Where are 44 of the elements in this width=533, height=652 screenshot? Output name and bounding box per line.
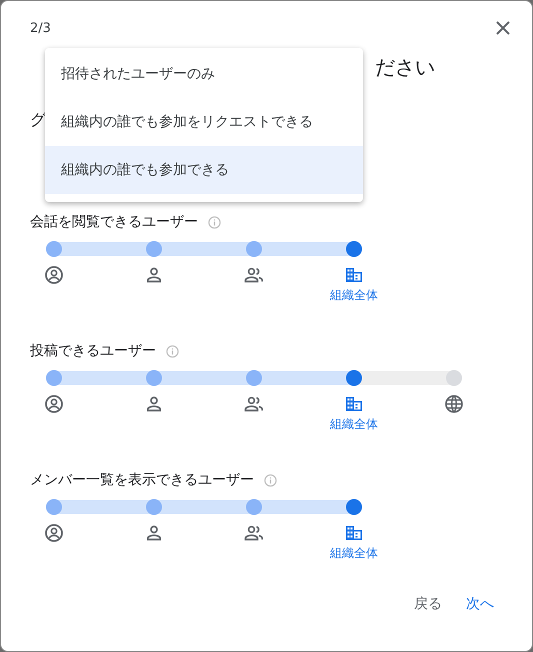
- people-icon: [244, 523, 264, 543]
- account-circle-icon: [44, 265, 64, 285]
- slider-stop[interactable]: [146, 241, 162, 257]
- field-label: グ: [30, 110, 46, 129]
- building-icon: [344, 523, 364, 543]
- people-icon: [244, 265, 264, 285]
- account-circle-icon: [44, 394, 64, 414]
- slider-label: 会話を閲覧できるユーザー: [30, 213, 198, 231]
- slider-stop[interactable]: [346, 241, 362, 257]
- stop-label: 組織全体: [330, 416, 378, 432]
- building-icon: [344, 265, 364, 285]
- slider-stop[interactable]: [246, 370, 262, 386]
- account-circle-icon: [44, 523, 64, 543]
- people-icon: [244, 394, 264, 414]
- next-button[interactable]: 次へ: [458, 589, 502, 619]
- person-icon: [144, 265, 164, 285]
- slider-stop[interactable]: [46, 499, 62, 515]
- person-icon: [144, 523, 164, 543]
- slider-stop[interactable]: [346, 370, 362, 386]
- person-icon: [144, 394, 164, 414]
- stop-label: 組織全体: [330, 544, 378, 562]
- slider-label: メンバー一覧を表示できるユーザー: [30, 471, 254, 489]
- close-button[interactable]: [494, 19, 512, 37]
- back-button[interactable]: 戻る: [406, 589, 450, 619]
- globe-icon: [444, 394, 464, 414]
- menu-item[interactable]: 組織内の誰でも参加をリクエストできる: [45, 98, 363, 146]
- info-icon[interactable]: [166, 344, 179, 358]
- slider-stop[interactable]: [46, 370, 62, 386]
- menu-item[interactable]: 組織内の誰でも参加できる: [45, 146, 363, 194]
- dialog-heading: ださい: [375, 55, 435, 79]
- slider-stop[interactable]: [446, 370, 462, 386]
- slider-label: 投稿できるユーザー: [30, 342, 156, 360]
- slider-stop[interactable]: [346, 499, 362, 515]
- slider-stop[interactable]: [246, 499, 262, 515]
- slider-stop[interactable]: [146, 499, 162, 515]
- slider-stop[interactable]: [146, 370, 162, 386]
- slider-stop[interactable]: [246, 241, 262, 257]
- slider-stop[interactable]: [46, 241, 62, 257]
- building-icon: [344, 394, 364, 414]
- menu-item[interactable]: 招待されたユーザーのみ: [45, 50, 363, 98]
- step-counter: 2/3: [30, 20, 51, 36]
- stop-label: 組織全体: [330, 286, 378, 304]
- info-icon[interactable]: [264, 474, 277, 486]
- info-icon[interactable]: [208, 216, 221, 228]
